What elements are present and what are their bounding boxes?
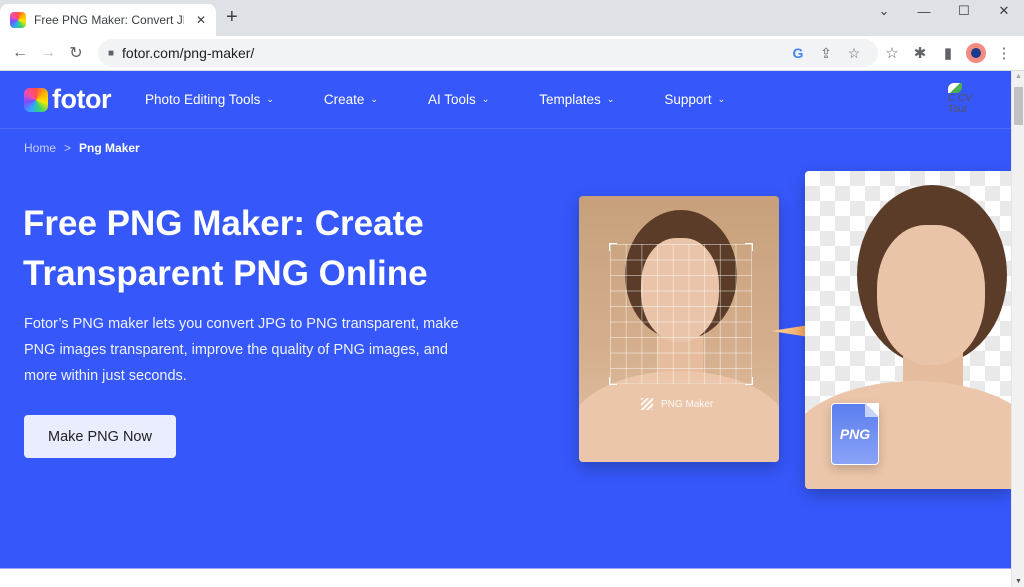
chevron-down-icon: ⌄ (481, 94, 490, 104)
tab-search-icon[interactable]: ⌄ (864, 0, 904, 22)
nav-label: Templates (539, 92, 601, 107)
nav-label: Create (323, 92, 365, 107)
side-panel-icon[interactable]: ▮ (934, 44, 962, 62)
site-header: fotor Photo Editing Tools ⌄ Create ⌄ AI … (0, 71, 1011, 129)
user-avatar-broken-image[interactable]: C CV Tour (948, 83, 978, 119)
chevron-down-icon: ⌄ (266, 94, 274, 104)
new-tab-button[interactable]: + (226, 6, 238, 29)
bookmark-star-icon[interactable]: ☆ (840, 45, 868, 62)
avatar-alt-text: C CV Tour (948, 93, 972, 115)
bookmarks-icon[interactable]: ☆ (878, 44, 906, 62)
scan-corner-icon (745, 377, 753, 385)
browser-menu-icon[interactable]: ⋮ (990, 44, 1018, 62)
png-file-icon: PNG (831, 403, 879, 465)
maximize-button[interactable]: ☐ (944, 0, 984, 22)
breadcrumb-home[interactable]: Home (24, 141, 56, 155)
breadcrumb: Home > Png Maker (24, 141, 140, 155)
next-section (0, 568, 1011, 587)
broken-image-icon (948, 83, 962, 93)
after-image-card: PNG (805, 171, 1011, 489)
hero-description: Fotor’s PNG maker lets you convert JPG t… (24, 316, 459, 384)
png-maker-badge: PNG Maker (641, 398, 713, 410)
logo-text: fotor (52, 84, 111, 114)
nav-support[interactable]: Support ⌄ (664, 92, 725, 107)
forward-button[interactable]: → (34, 39, 62, 67)
make-png-now-button[interactable]: Make PNG Now (24, 415, 176, 458)
scroll-thumb[interactable] (1014, 87, 1023, 125)
reload-button[interactable]: ↻ (62, 39, 90, 67)
google-lens-icon[interactable]: G (784, 45, 812, 61)
page-viewport: fotor Photo Editing Tools ⌄ Create ⌄ AI … (0, 71, 1011, 587)
chevron-down-icon: ⌄ (606, 94, 615, 104)
scan-grid-overlay (610, 244, 752, 384)
png-maker-badge-text: PNG Maker (661, 398, 714, 410)
page-title: Free PNG Maker: Create Transparent PNG O… (23, 199, 503, 299)
chevron-down-icon: ⌄ (717, 94, 726, 104)
tab-title: Free PNG Maker: Convert JPG (34, 13, 184, 27)
scroll-down-icon[interactable]: ▼ (1015, 578, 1022, 585)
breadcrumb-current: Png Maker (79, 141, 140, 155)
fotor-logo-icon (24, 87, 48, 112)
title-line-1: Free PNG Maker: Create (23, 204, 424, 243)
png-file-label: PNG (839, 426, 871, 442)
profile-avatar[interactable] (966, 43, 986, 63)
browser-tab[interactable]: Free PNG Maker: Convert JPG ✕ (0, 4, 216, 36)
close-window-button[interactable]: ✕ (984, 0, 1024, 22)
url-text[interactable]: fotor.com/png-maker/ (122, 45, 784, 61)
portrait-face (877, 225, 985, 365)
scan-corner-icon (609, 243, 617, 251)
extensions-puzzle-icon[interactable]: ✱ (906, 44, 934, 62)
nav-label: Photo Editing Tools (144, 92, 261, 107)
png-maker-logo-icon (641, 398, 653, 410)
scroll-up-icon[interactable]: ▲ (1015, 73, 1022, 80)
nav-label: AI Tools (427, 92, 476, 107)
nav-label: Support (664, 92, 712, 107)
profile-icon (971, 48, 981, 58)
nav-create[interactable]: Create ⌄ (324, 92, 378, 107)
share-icon[interactable]: ⇪ (812, 45, 840, 62)
tab-close-icon[interactable]: ✕ (196, 13, 206, 27)
file-fold (865, 403, 879, 417)
hero-section: fotor Photo Editing Tools ⌄ Create ⌄ AI … (0, 71, 1011, 568)
chevron-down-icon: ⌄ (370, 94, 378, 104)
back-button[interactable]: ← (6, 39, 34, 67)
nav-templates[interactable]: Templates ⌄ (539, 92, 614, 107)
fotor-favicon-icon (10, 12, 26, 28)
nav-photo-editing-tools[interactable]: Photo Editing Tools ⌄ (145, 92, 274, 107)
minimize-button[interactable]: — (904, 0, 944, 22)
nav-ai-tools[interactable]: AI Tools ⌄ (428, 92, 489, 107)
breadcrumb-separator-icon: > (64, 141, 72, 155)
page-scrollbar[interactable]: ▲ ▼ (1011, 71, 1024, 587)
title-line-2: Transparent PNG Online (23, 254, 428, 293)
lock-icon[interactable]: ■ (108, 48, 114, 59)
scan-corner-icon (609, 377, 617, 385)
window-controls: ⌄ — ☐ ✕ (864, 0, 1024, 22)
scan-corner-icon (745, 243, 753, 251)
browser-toolbar: ← → ↻ ■ fotor.com/png-maker/ G ⇪ ☆ ☆ ✱ ▮… (0, 36, 1024, 71)
browser-tab-bar: Free PNG Maker: Convert JPG ✕ + ⌄ — ☐ ✕ (0, 0, 1024, 36)
address-bar[interactable]: ■ fotor.com/png-maker/ G ⇪ ☆ (98, 39, 878, 67)
before-image-card: PNG Maker (579, 196, 779, 462)
fotor-logo[interactable]: fotor (24, 84, 111, 115)
